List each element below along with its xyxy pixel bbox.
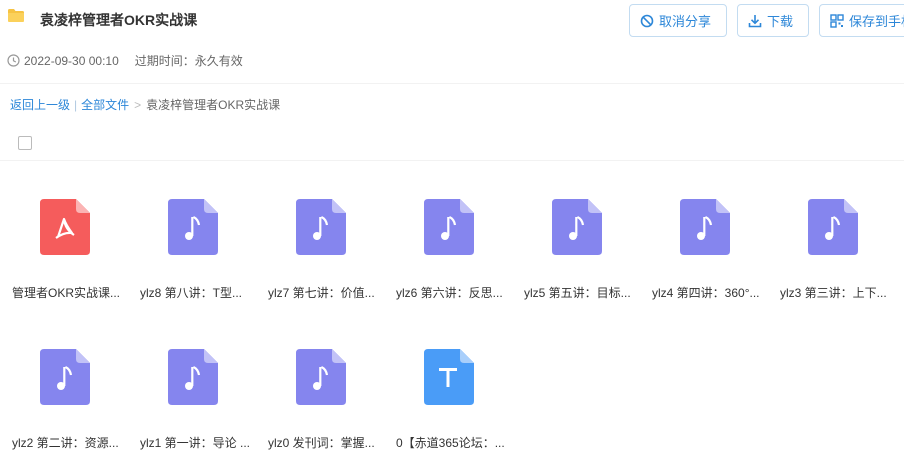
chevron-right-icon: > bbox=[134, 97, 142, 112]
audio-icon bbox=[168, 349, 218, 405]
file-item[interactable]: ylz8 第八讲：T型... bbox=[128, 161, 256, 311]
audio-icon bbox=[552, 199, 602, 255]
breadcrumb-separator: | bbox=[74, 97, 78, 112]
share-meta: 2022-09-30 00:10 过期时间：永久有效 bbox=[7, 52, 243, 69]
folder-icon bbox=[8, 9, 24, 22]
file-item[interactable]: ylz5 第五讲：目标... bbox=[512, 161, 640, 311]
select-all-checkbox[interactable] bbox=[18, 136, 32, 150]
file-item[interactable]: ylz6 第六讲：反思... bbox=[384, 161, 512, 311]
download-button[interactable]: 下载 bbox=[737, 4, 809, 37]
audio-icon bbox=[296, 349, 346, 405]
file-name: 0【赤道365论坛：... bbox=[396, 436, 505, 450]
file-name: ylz0 发刊词：掌握... bbox=[268, 436, 375, 450]
file-name: ylz5 第五讲：目标... bbox=[524, 286, 631, 300]
file-item[interactable]: 0【赤道365论坛：... bbox=[384, 311, 512, 461]
text-file-icon bbox=[424, 349, 474, 405]
back-link[interactable]: 返回上一级 bbox=[10, 96, 70, 113]
file-item[interactable]: 管理者OKR实战课... bbox=[0, 161, 128, 311]
share-header: 袁凌梓管理者OKR实战课 取消分享 下载 保存到手机 bbox=[0, 0, 904, 40]
expire-time: 过期时间：永久有效 bbox=[134, 54, 243, 68]
share-date: 2022-09-30 00:10 bbox=[24, 53, 119, 68]
file-item[interactable]: ylz4 第四讲：360°... bbox=[640, 161, 768, 311]
save-to-phone-button[interactable]: 保存到手机 bbox=[819, 4, 904, 37]
file-name: ylz3 第三讲：上下... bbox=[780, 286, 887, 300]
qr-code-icon bbox=[830, 13, 844, 28]
file-item[interactable]: ylz7 第七讲：价值... bbox=[256, 161, 384, 311]
download-icon bbox=[748, 14, 762, 27]
breadcrumb: 返回上一级 | 全部文件 > 袁凌梓管理者OKR实战课 bbox=[10, 96, 280, 113]
download-label: 下载 bbox=[767, 14, 794, 29]
divider bbox=[0, 83, 904, 84]
file-name: ylz8 第八讲：T型... bbox=[140, 286, 243, 300]
file-name: ylz7 第七讲：价值... bbox=[268, 286, 375, 300]
file-item[interactable]: ylz1 第一讲：导论 ... bbox=[128, 311, 256, 461]
audio-icon bbox=[680, 199, 730, 255]
file-name: ylz1 第一讲：导论 ... bbox=[140, 436, 251, 450]
pdf-icon bbox=[40, 199, 90, 255]
file-name: 管理者OKR实战课... bbox=[12, 286, 121, 300]
save-to-phone-label: 保存到手机 bbox=[849, 14, 904, 29]
all-files-link[interactable]: 全部文件 bbox=[81, 96, 129, 113]
file-item[interactable]: ylz0 发刊词：掌握... bbox=[256, 311, 384, 461]
file-name: ylz2 第二讲：资源... bbox=[12, 436, 119, 450]
file-item[interactable]: ylz2 第二讲：资源... bbox=[0, 311, 128, 461]
audio-icon bbox=[40, 349, 90, 405]
cancel-share-label: 取消分享 bbox=[659, 14, 712, 29]
cancel-share-button[interactable]: 取消分享 bbox=[629, 4, 727, 37]
clock-icon bbox=[7, 54, 20, 67]
audio-icon bbox=[296, 199, 346, 255]
audio-icon bbox=[808, 199, 858, 255]
audio-icon bbox=[168, 199, 218, 255]
breadcrumb-current: 袁凌梓管理者OKR实战课 bbox=[146, 98, 281, 112]
file-name: ylz4 第四讲：360°... bbox=[652, 286, 760, 300]
ban-icon bbox=[640, 14, 654, 27]
audio-icon bbox=[424, 199, 474, 255]
page-title: 袁凌梓管理者OKR实战课 bbox=[40, 12, 198, 28]
file-item[interactable]: ylz3 第三讲：上下... bbox=[768, 161, 896, 311]
file-name: ylz6 第六讲：反思... bbox=[396, 286, 503, 300]
